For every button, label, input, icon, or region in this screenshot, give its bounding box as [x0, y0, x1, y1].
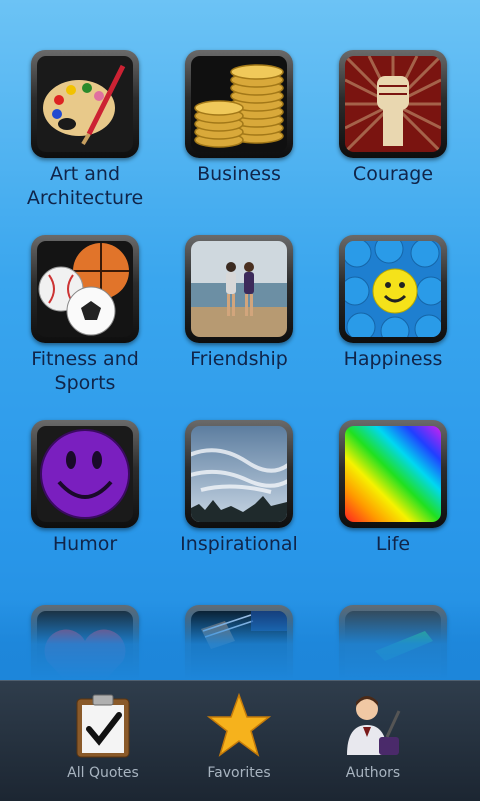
category-label: Business — [197, 163, 281, 185]
tab-favorites[interactable]: Favorites — [164, 693, 314, 781]
category-tile[interactable] — [185, 420, 293, 528]
category-inspirational[interactable]: Inspirational — [164, 420, 314, 556]
category-courage[interactable]: Courage — [318, 50, 468, 186]
rainbow-gradient-icon — [345, 426, 441, 522]
category-tile[interactable] — [339, 420, 447, 528]
gold-coins-icon — [191, 56, 287, 152]
smiley-crowd-icon — [345, 241, 441, 337]
category-label: Art and Architecture — [26, 163, 144, 209]
clipboard-check-icon — [71, 693, 135, 759]
category-tile[interactable] — [185, 235, 293, 343]
category-humor[interactable]: Humor — [10, 420, 160, 556]
sky-clouds-icon — [191, 426, 287, 522]
category-tile[interactable] — [31, 420, 139, 528]
tab-label: All Quotes — [67, 765, 139, 781]
category-label: Humor — [52, 533, 118, 555]
category-label: Courage — [352, 163, 434, 185]
category-happiness[interactable]: Happiness — [318, 235, 468, 371]
category-tile[interactable] — [339, 50, 447, 158]
category-tile[interactable] — [31, 235, 139, 343]
friends-on-beach-icon — [191, 241, 287, 337]
category-business[interactable]: Business — [164, 50, 314, 186]
category-art-and-architecture[interactable]: Art and Architecture — [10, 50, 160, 210]
category-life[interactable]: Life — [318, 420, 468, 556]
tab-authors[interactable]: Authors — [298, 693, 448, 781]
bottom-tab-bar: All Quotes Favorites Authors — [0, 680, 480, 801]
purple-smiley-icon — [37, 426, 133, 522]
category-label: Inspirational — [180, 533, 298, 555]
tab-label: Authors — [345, 765, 401, 781]
tab-label: Favorites — [207, 765, 271, 781]
category-grid: Art and Architecture Business Courage Fi… — [0, 0, 480, 680]
category-label: Happiness — [343, 348, 443, 370]
tab-all-quotes[interactable]: All Quotes — [28, 693, 178, 781]
sports-balls-icon — [37, 241, 133, 337]
category-tile[interactable] — [31, 50, 139, 158]
category-fitness-and-sports[interactable]: Fitness and Sports — [10, 235, 160, 395]
category-tile[interactable] — [339, 235, 447, 343]
raised-fist-icon — [345, 56, 441, 152]
category-friendship[interactable]: Friendship — [164, 235, 314, 371]
category-label: Friendship — [190, 348, 288, 370]
palette-icon — [37, 56, 133, 152]
star-icon — [207, 693, 271, 759]
category-label: Fitness and Sports — [31, 348, 139, 394]
category-tile[interactable] — [185, 50, 293, 158]
scroll-fade — [0, 600, 480, 680]
author-person-icon — [341, 693, 405, 759]
category-label: Life — [375, 533, 411, 555]
